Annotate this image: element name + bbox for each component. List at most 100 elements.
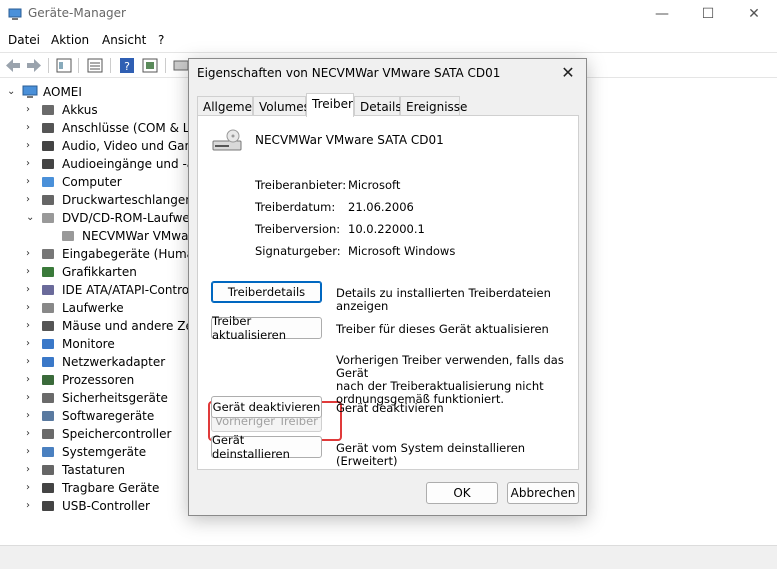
properties-dialog: Eigenschaften von NECVMWar VMware SATA C… <box>188 58 587 516</box>
security-icon <box>42 393 54 403</box>
disable-device-button[interactable]: Gerät deaktivieren <box>211 396 322 418</box>
driver-tab-panel: NECVMWar VMware SATA CD01 Treiberanbiete… <box>197 115 579 470</box>
chevron-right-icon[interactable]: › <box>26 411 36 421</box>
tree-item-label: Computer <box>62 175 122 189</box>
toolbar-separator <box>78 58 79 73</box>
window-title: Geräte-Manager <box>28 6 126 20</box>
menu-aktion[interactable]: Aktion <box>51 33 89 47</box>
chevron-right-icon[interactable]: › <box>26 123 36 133</box>
tab-treiber[interactable]: Treiber <box>306 93 354 117</box>
svg-text:?: ? <box>124 60 130 73</box>
tree-item-label: DVD/CD-ROM-Laufwerke <box>62 211 209 225</box>
disable-device-desc-line: Gerät deaktivieren <box>336 401 444 415</box>
chevron-right-icon[interactable]: › <box>26 483 36 493</box>
ok-button[interactable]: OK <box>426 482 498 504</box>
tree-item-label: Sicherheitsgeräte <box>62 391 168 405</box>
driver-provider-value: Microsoft <box>348 178 401 192</box>
driver-version-label: Treiberversion: <box>255 222 341 236</box>
keyboard-icon <box>42 465 54 475</box>
maximize-icon: ☐ <box>701 6 715 22</box>
list-view-icon[interactable] <box>86 57 104 74</box>
chevron-right-icon[interactable]: › <box>26 447 36 457</box>
close-window-button[interactable]: ✕ <box>731 0 777 28</box>
uninstall-device-desc-line: Gerät vom System deinstallieren (Erweite… <box>336 441 526 468</box>
tree-item-label: Systemgeräte <box>62 445 147 459</box>
status-bar <box>0 545 777 569</box>
tree-item-label: Akkus <box>62 103 98 117</box>
dialog-close-button[interactable]: ✕ <box>558 63 578 83</box>
tree-item-label: Anschlüsse (COM & LPT) <box>62 121 209 135</box>
device-name: NECVMWar VMware SATA CD01 <box>255 133 444 147</box>
minimize-icon: — <box>655 6 669 22</box>
digital-signer-label: Signaturgeber: <box>255 244 341 258</box>
chevron-right-icon[interactable]: › <box>26 321 36 331</box>
tree-item-label: Prozessoren <box>62 373 135 387</box>
tree-root-label: AOMEI <box>43 85 82 99</box>
driver-provider-label: Treiberanbieter: <box>255 178 347 192</box>
portable-device-icon <box>42 483 54 493</box>
tab-volumes[interactable]: Volumes <box>253 96 310 116</box>
chevron-right-icon[interactable]: › <box>26 159 36 169</box>
display-adapter-icon <box>42 267 54 277</box>
chevron-down-icon[interactable]: ⌄ <box>7 87 17 97</box>
update-driver-button[interactable]: Treiber aktualisieren <box>211 314 322 342</box>
tree-item-label: IDE ATA/ATAPI-Controller <box>62 283 209 297</box>
menu-datei[interactable]: Datei <box>8 33 40 47</box>
roll-back-desc-line-1: Vorherigen Treiber verwenden, falls das … <box>336 353 564 380</box>
toolbar-separator <box>165 58 166 73</box>
cpu-icon <box>42 375 54 385</box>
minimize-button[interactable]: — <box>639 0 685 28</box>
chevron-right-icon[interactable]: › <box>26 141 36 151</box>
tree-item-label: Tragbare Geräte <box>62 481 160 495</box>
chevron-right-icon[interactable]: › <box>26 177 36 187</box>
scan-hardware-icon[interactable] <box>141 57 159 74</box>
driver-details-button[interactable]: Treiberdetails <box>211 281 322 303</box>
system-device-icon <box>42 447 54 457</box>
digital-signer-value: Microsoft Windows <box>348 244 456 258</box>
chevron-right-icon[interactable]: › <box>26 429 36 439</box>
tree-item-label: Grafikkarten <box>62 265 137 279</box>
driver-details-desc: Details zu installierten Treiberdateien … <box>336 287 578 313</box>
cancel-button[interactable]: Abbrechen <box>507 482 579 504</box>
chevron-right-icon[interactable]: › <box>26 195 36 205</box>
toolbar-separator <box>48 58 49 73</box>
roll-back-driver-desc: Vorherigen Treiber verwenden, falls das … <box>336 354 578 406</box>
chevron-right-icon[interactable]: › <box>26 375 36 385</box>
uninstall-device-button[interactable]: Gerät deinstallieren <box>211 433 322 461</box>
driver-date-value: 21.06.2006 <box>348 200 414 214</box>
port-icon <box>42 123 54 133</box>
chevron-right-icon[interactable]: › <box>26 393 36 403</box>
uninstall-device-desc: Gerät vom System deinstallieren (Erweite… <box>336 442 578 468</box>
back-arrow-icon[interactable] <box>4 57 22 74</box>
tab-ereignisse[interactable]: Ereignisse <box>400 96 467 116</box>
tab-allgemein[interactable]: Allgemein <box>197 96 263 116</box>
maximize-button[interactable]: ☐ <box>685 0 731 28</box>
tab-details[interactable]: Details <box>354 96 402 116</box>
chevron-right-icon[interactable]: › <box>26 267 36 277</box>
chevron-right-icon[interactable]: › <box>26 465 36 475</box>
dvd-drive-icon <box>62 231 74 241</box>
chevron-right-icon[interactable]: › <box>26 105 36 115</box>
dvd-drive-icon <box>212 129 242 151</box>
chevron-right-icon[interactable]: › <box>26 249 36 259</box>
forward-arrow-icon[interactable] <box>25 57 43 74</box>
dvd-drive-icon <box>42 213 54 223</box>
menu-help[interactable]: ? <box>158 33 164 47</box>
close-icon: ✕ <box>748 6 760 22</box>
chevron-down-icon[interactable]: ⌄ <box>26 213 36 223</box>
speaker-icon <box>42 159 54 169</box>
toolbar-separator <box>110 58 111 73</box>
tree-item-label: Tastaturen <box>62 463 125 477</box>
chevron-right-icon[interactable]: › <box>26 285 36 295</box>
tree-item-label: Speichercontroller <box>62 427 172 441</box>
chevron-right-icon[interactable]: › <box>26 357 36 367</box>
chevron-right-icon[interactable]: › <box>26 303 36 313</box>
disk-icon <box>42 303 54 313</box>
chevron-right-icon[interactable]: › <box>26 339 36 349</box>
speaker-icon <box>42 141 54 151</box>
menu-ansicht[interactable]: Ansicht <box>102 33 146 47</box>
monitor-icon <box>42 339 54 349</box>
help-icon[interactable]: ? <box>118 57 136 74</box>
properties-view-icon[interactable] <box>55 57 73 74</box>
chevron-right-icon[interactable]: › <box>26 501 36 511</box>
